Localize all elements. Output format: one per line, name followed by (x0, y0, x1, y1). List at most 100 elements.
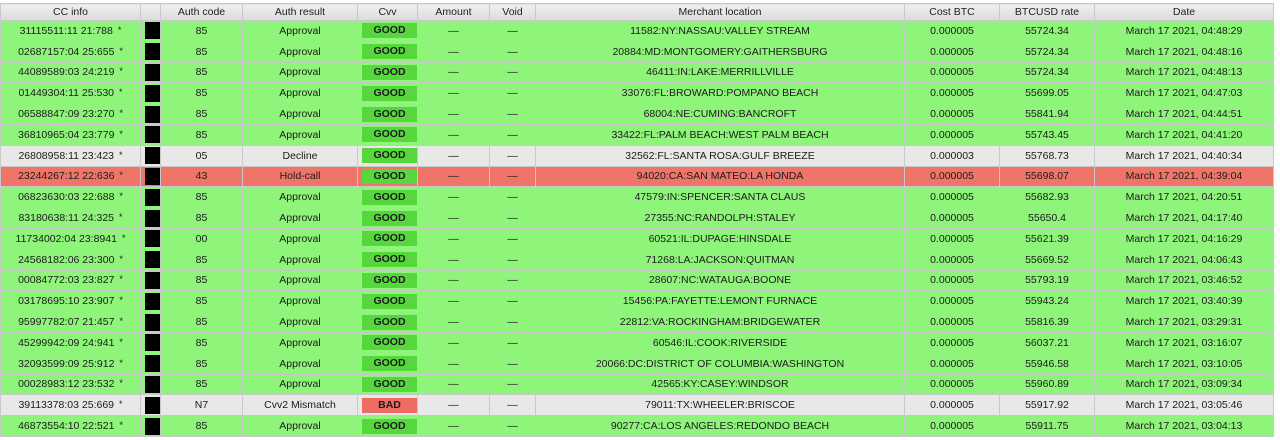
table-row[interactable]: 06588847:09 23:270 * 85 Approval GOOD — —68004… (0, 103, 1274, 125)
auth-code-cell: 85 (160, 331, 243, 354)
black-box (145, 63, 160, 81)
btcusd-rate-cell: 56037.21 (999, 331, 1095, 354)
table-row[interactable]: 31115511:11 21:788 * 85 Approval GOOD — —11582… (0, 20, 1274, 42)
table-row[interactable]: 01449304:11 25:530 * 85 Approval GOOD — —33076… (0, 82, 1274, 105)
table-row[interactable]: 44089589:03 24:219 * 85 Approval GOOD — —46411… (0, 61, 1274, 84)
cost-btc-cell: 0.000005 (904, 415, 1000, 437)
masked-cell (140, 331, 161, 354)
cc-info-value: 00084772:03 23:827 (18, 274, 115, 287)
table-row[interactable]: 24568182:06 23:300 * 85 Approval GOOD — —71268… (0, 248, 1274, 271)
cvv-status-badge: BAD (362, 397, 417, 413)
date-cell: March 17 2021, 03:29:31 (1094, 311, 1274, 333)
cc-info-value: 45299942:09 24:941 (18, 336, 115, 349)
table-row[interactable]: 26808958:11 23:423 * 05 Decline GOOD — —32562:… (0, 144, 1274, 167)
table-row[interactable]: 39113378:03 25:669 * N7 Cvv2 Mismatch BAD — —7… (0, 394, 1274, 417)
star-marker: * (119, 45, 123, 56)
star-marker: * (119, 420, 123, 431)
black-box (145, 22, 160, 40)
void-cell: — (489, 290, 536, 313)
black-box (145, 147, 160, 165)
amount-cell: — (417, 123, 490, 146)
table-row[interactable]: 83180638:11 24:325 * 85 Approval GOOD — —27355… (0, 207, 1274, 229)
btcusd-rate-cell: 55724.34 (999, 40, 1095, 63)
void-cell: — (489, 227, 536, 250)
cc-info-value: 24568182:06 23:300 (18, 253, 115, 266)
amount-cell: — (417, 144, 490, 167)
cc-info-value: 31115511:11 21:788 (19, 24, 113, 37)
cvv-status-badge: GOOD (362, 418, 417, 434)
black-box (145, 84, 160, 102)
col-header-cost-btc[interactable]: Cost BTC (904, 3, 1000, 21)
col-header-auth-result[interactable]: Auth result (242, 3, 358, 21)
cost-btc-cell: 0.000005 (904, 269, 1000, 292)
masked-cell (140, 40, 161, 63)
cost-btc-cell: 0.000005 (904, 165, 1000, 188)
auth-result-cell: Approval (242, 186, 358, 209)
btcusd-rate-cell: 55946.58 (999, 352, 1095, 375)
cc-info-value: 06823630:03 22:688 (18, 191, 115, 204)
col-header-merchant-location[interactable]: Merchant location (535, 3, 905, 21)
black-box (145, 334, 160, 352)
auth-result-cell: Approval (242, 311, 358, 333)
amount-cell: — (417, 269, 490, 292)
btcusd-rate-cell: 55911.75 (999, 415, 1095, 437)
table-row[interactable]: 11734002:04 23:8941 * 00 Approval GOOD — —6052… (0, 227, 1274, 250)
cvv-cell: GOOD (357, 103, 418, 125)
table-row[interactable]: 46873554:10 22:521 * 85 Approval GOOD — —90277… (0, 415, 1274, 437)
btcusd-rate-cell: 55743.45 (999, 123, 1095, 146)
col-header-blank (140, 3, 161, 21)
table-row[interactable]: 00084772:03 23:827 * 85 Approval GOOD — —28607… (0, 269, 1274, 292)
cvv-status-badge: GOOD (362, 127, 417, 143)
auth-code-cell: N7 (160, 394, 243, 417)
cc-info-cell: 06823630:03 22:688 * (0, 186, 141, 209)
table-row[interactable]: 02687157:04 25:655 * 85 Approval GOOD — —20884… (0, 40, 1274, 63)
merchant-location-cell: 32562:FL:SANTA ROSA:GULF BREEZE (535, 144, 905, 167)
cost-btc-cell: 0.000005 (904, 61, 1000, 84)
masked-cell (140, 248, 161, 271)
table-row[interactable]: 00028983:12 23:532 * 85 Approval GOOD — —42565… (0, 373, 1274, 396)
date-cell: March 17 2021, 04:40:34 (1094, 144, 1274, 167)
void-cell: — (489, 331, 536, 354)
amount-cell: — (417, 165, 490, 188)
merchant-location-cell: 15456:PA:FAYETTE:LEMONT FURNACE (535, 290, 905, 313)
col-header-amount[interactable]: Amount (417, 3, 490, 21)
table-row[interactable]: 45299942:09 24:941 * 85 Approval GOOD — —60546… (0, 331, 1274, 354)
cvv-cell: GOOD (357, 227, 418, 250)
auth-code-cell: 85 (160, 123, 243, 146)
btcusd-rate-cell: 55960.89 (999, 373, 1095, 396)
cc-info-cell: 26808958:11 23:423 * (0, 144, 141, 167)
void-cell: — (489, 373, 536, 396)
col-header-auth-code[interactable]: Auth code (160, 3, 243, 21)
void-cell: — (489, 123, 536, 146)
table-row[interactable]: 03178695:10 23:907 * 85 Approval GOOD — —15456… (0, 290, 1274, 313)
merchant-location-cell: 11582:NY:NASSAU:VALLEY STREAM (535, 20, 905, 42)
star-marker: * (119, 253, 123, 264)
table-row[interactable]: 23244267:12 22:636 * 43 Hold-call GOOD — —9402… (0, 165, 1274, 188)
table-row[interactable]: 32093599:09 25:912 * 85 Approval GOOD — —20066… (0, 352, 1274, 375)
cvv-status-badge: GOOD (362, 44, 417, 60)
merchant-location-cell: 28607:NC:WATAUGA:BOONE (535, 269, 905, 292)
cost-btc-cell: 0.000005 (904, 311, 1000, 333)
col-header-cc-info[interactable]: CC info (0, 3, 141, 21)
col-header-void[interactable]: Void (489, 3, 536, 21)
star-marker: * (119, 274, 123, 285)
table-row[interactable]: 36810965:04 23:779 * 85 Approval GOOD — —33422… (0, 123, 1274, 146)
table-row[interactable]: 06823630:03 22:688 * 85 Approval GOOD — —47579… (0, 186, 1274, 209)
cvv-cell: GOOD (357, 207, 418, 229)
col-header-btcusd-rate[interactable]: BTCUSD rate (999, 3, 1095, 21)
auth-result-cell: Approval (242, 331, 358, 354)
date-cell: March 17 2021, 03:16:07 (1094, 331, 1274, 354)
header-row: CC info Auth code Auth result Cvv Amount… (0, 3, 1274, 21)
col-header-date[interactable]: Date (1094, 3, 1274, 21)
table-row[interactable]: 95997782:07 21:457 * 85 Approval GOOD — —22812… (0, 311, 1274, 333)
cc-info-value: 44089589:03 24:219 (18, 66, 115, 79)
cvv-cell: GOOD (357, 290, 418, 313)
amount-cell: — (417, 103, 490, 125)
merchant-location-cell: 20884:MD:MONTGOMERY:GAITHERSBURG (535, 40, 905, 63)
col-header-cvv[interactable]: Cvv (357, 3, 418, 21)
merchant-location-cell: 20066:DC:DISTRICT OF COLUMBIA:WASHINGTON (535, 352, 905, 375)
cost-btc-cell: 0.000005 (904, 290, 1000, 313)
merchant-location-cell: 42565:KY:CASEY:WINDSOR (535, 373, 905, 396)
cc-info-value: 06588847:09 23:270 (18, 108, 115, 121)
cc-info-value: 03178695:10 23:907 (18, 295, 115, 308)
